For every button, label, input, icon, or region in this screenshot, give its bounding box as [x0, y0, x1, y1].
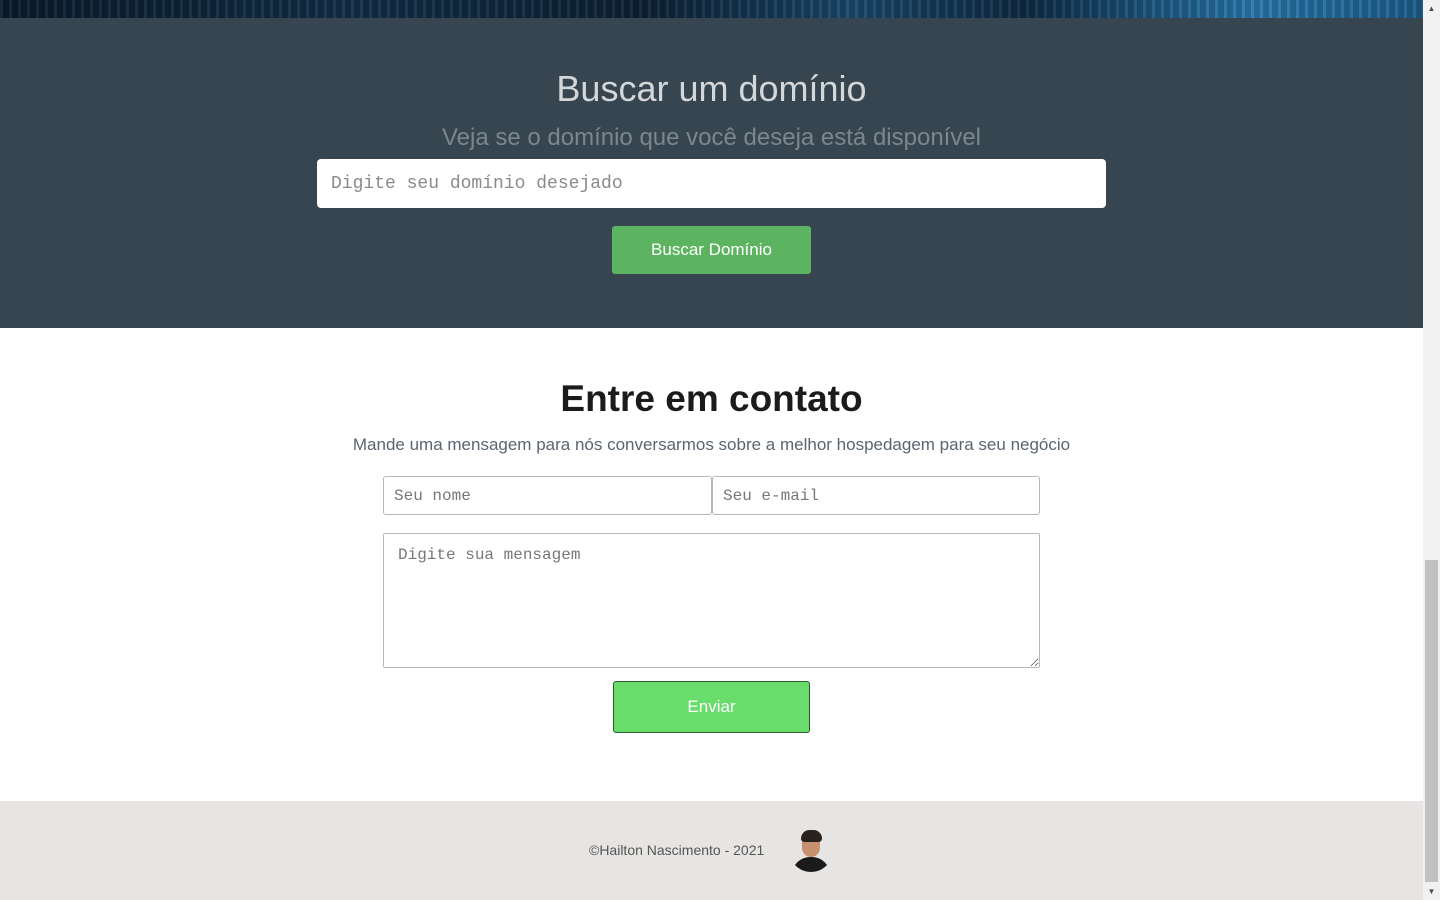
email-field[interactable] [712, 476, 1040, 515]
avatar [789, 828, 833, 872]
message-field[interactable] [383, 533, 1040, 668]
scroll-up-icon[interactable]: ▲ [1423, 0, 1440, 17]
contact-section: Entre em contato Mande uma mensagem para… [0, 328, 1423, 801]
domain-search-input[interactable] [317, 159, 1106, 208]
contact-title: Entre em contato [560, 378, 863, 419]
footer: ©Hailton Nascimento - 2021 [0, 801, 1423, 900]
copyright-text: ©Hailton Nascimento - 2021 [589, 842, 765, 858]
avatar-hair [801, 830, 822, 842]
avatar-body [792, 857, 830, 872]
search-domain-button[interactable]: Buscar Domínio [612, 226, 811, 274]
domain-search-subtitle: Veja se o domínio que você deseja está d… [441, 124, 982, 151]
name-field[interactable] [383, 476, 712, 515]
send-button[interactable]: Enviar [613, 681, 810, 733]
scroll-thumb[interactable] [1425, 560, 1438, 882]
domain-search-title: Buscar um domínio [556, 68, 867, 109]
page: Buscar um domínio Veja se o domínio que … [0, 0, 1423, 900]
contact-subtitle: Mande uma mensagem para nós conversarmos… [352, 435, 1071, 454]
domain-search-section: Buscar um domínio Veja se o domínio que … [0, 18, 1423, 328]
scroll-down-icon[interactable]: ▼ [1423, 883, 1440, 900]
vertical-scrollbar[interactable]: ▲ ▼ [1423, 0, 1440, 900]
hero-image [0, 0, 1423, 18]
